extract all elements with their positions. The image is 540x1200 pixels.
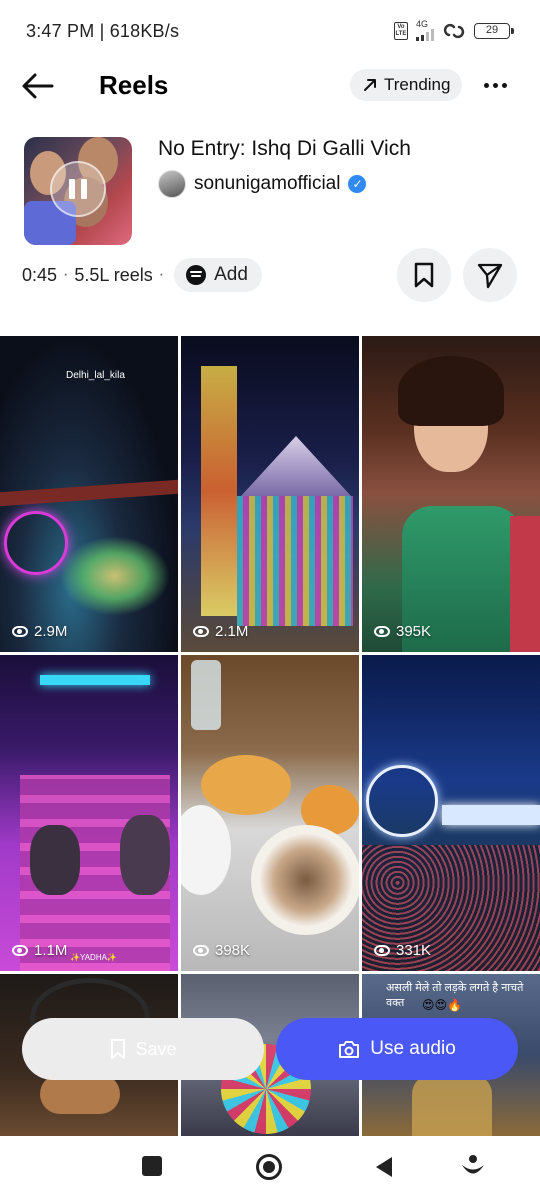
save-button[interactable]: Save [22,1018,264,1080]
camera-icon [339,1041,360,1058]
reel-tile[interactable]: ✨YADHA✨ 1.1M [0,655,178,971]
eye-icon [374,626,390,637]
send-icon [477,263,503,289]
reels-count: 5.5L reels [74,264,153,285]
reel-tile[interactable]: Delhi_lal_kila 2.9M [0,336,178,652]
signal-icon: 4G [416,20,434,41]
volte-icon: Vo LTE [394,21,408,40]
add-label: Add [214,264,248,285]
separator-dot: · [63,266,69,283]
status-bar: 3:47 PM | 618KB/s Vo LTE 4G 29 [0,0,540,62]
use-audio-button[interactable]: Use audio [276,1018,518,1080]
view-count: 331K [374,942,431,959]
artist-row[interactable]: sonunigamofficial ✓ [158,170,367,198]
artist-name[interactable]: sonunigamofficial [194,173,340,195]
tile-caption: Delhi_lal_kila [66,370,125,381]
bookmark-icon [414,262,434,288]
eye-icon [193,626,209,637]
hotspot-icon [443,23,465,38]
page-title: Reels [99,70,169,100]
back-icon[interactable] [374,1156,394,1183]
trending-button[interactable]: Trending [350,69,463,101]
bookmark-icon [111,1039,126,1059]
tile-caption: ✨YADHA✨ [70,953,117,962]
reels-grid: Delhi_lal_kila 2.9M 2.1M 395K ✨YADHA✨ 1.… [0,336,540,1136]
more-icon[interactable] [484,76,510,94]
eye-icon [12,626,28,637]
network-type: 4G [416,19,429,29]
audio-meta: 0:45 · 5.5L reels · Add [22,258,262,292]
bookmark-button[interactable] [397,248,451,302]
reel-tile[interactable]: 2.1M [181,336,359,652]
audio-title: No Entry: Ishq Di Galli Vich [158,137,411,160]
view-count: 395K [374,623,431,640]
status-time: 3:47 PM | 618KB/s [26,20,180,41]
recents-icon[interactable] [142,1156,162,1176]
save-label: Save [135,1038,177,1059]
view-count: 398K [193,942,250,959]
add-to-spotify-button[interactable]: Add [174,258,262,292]
trending-label: Trending [384,75,451,94]
spotify-icon [186,265,207,285]
separator-dot: · [158,266,165,283]
reel-tile[interactable]: 395K [362,336,540,652]
verified-badge-icon: ✓ [348,175,367,193]
eye-icon [374,945,390,956]
pause-icon[interactable] [50,161,106,217]
view-count: 2.9M [12,623,67,640]
audio-cover[interactable] [24,137,132,245]
back-button[interactable] [20,70,56,102]
system-nav-bar [0,1136,540,1200]
reel-tile[interactable]: 398K [181,655,359,971]
view-count: 2.1M [193,623,248,640]
eye-icon [193,945,209,956]
share-button[interactable] [463,248,517,302]
battery-icon: 29 [474,22,514,39]
use-audio-label: Use audio [370,1038,456,1059]
assistant-icon[interactable] [460,1154,486,1185]
eye-icon [12,945,28,956]
avatar[interactable] [158,170,186,198]
status-icons: Vo LTE 4G 29 [394,20,514,41]
emoji-stickers: 😍😍🔥 [422,998,462,1012]
header: Reels Trending [0,62,540,110]
trending-arrow-icon [364,79,376,91]
audio-duration: 0:45 [22,264,58,285]
reel-tile[interactable]: 331K [362,655,540,971]
back-arrow-icon [22,73,54,99]
home-icon[interactable] [256,1154,282,1180]
view-count: 1.1M [12,942,67,959]
